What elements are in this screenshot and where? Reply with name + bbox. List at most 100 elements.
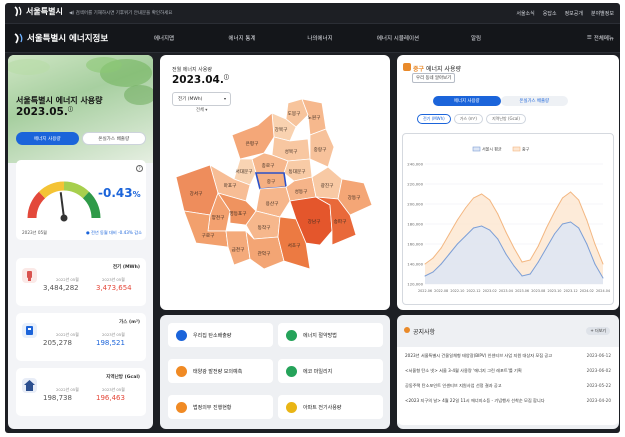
data-point: [448, 233, 450, 235]
district-label: 구로구: [202, 233, 215, 239]
building-icon: [286, 401, 297, 413]
stat-prev-label: 2022년 05월: [56, 277, 79, 282]
district-label: 서초구: [288, 242, 301, 249]
gauge-compare-text: ● 전년 동월 대비 -0.43% 감소: [86, 230, 142, 235]
x-tick-label: 2023.02: [483, 289, 497, 293]
stat-unit: 전기 (MWh): [112, 265, 140, 270]
tab-ghg-emission[interactable]: 온실가스 배출량: [81, 132, 146, 145]
data-point: [473, 197, 474, 199]
subtab-electricity[interactable]: 전기 (MWh): [417, 114, 451, 124]
stat-cur-label: 2023년 05월: [102, 277, 125, 282]
data-point: [489, 229, 491, 231]
gauge-period: 2023년 05월: [22, 230, 48, 235]
notice-row[interactable]: <서울형 탄소 넷> 서울 3-4월 사용량 '에너지 그린 레포트'를 기획 2…: [405, 366, 611, 378]
data-point: [513, 247, 515, 249]
x-tick-label: 2024.04: [596, 289, 610, 293]
notices-title: 공지사항: [413, 329, 436, 336]
data-point: [554, 233, 555, 235]
leaf-icon: [176, 329, 187, 341]
data-point: [456, 243, 458, 245]
seoul-mark-icon: [14, 6, 22, 17]
service-saving-tips[interactable]: 에너지 절약방법: [278, 323, 383, 347]
usage-title: 서울특별시 에너지 사용량: [16, 96, 103, 105]
notice-row[interactable]: 공동주택 탄소포인트 인센티브 지원사업 선정 결과 공고 2023-05-22: [405, 381, 611, 393]
top-link-news[interactable]: 서울소식: [516, 10, 534, 17]
district-label: 종로구: [262, 163, 275, 169]
tab-chart-energy[interactable]: 에너지 사용량: [433, 96, 501, 106]
data-point: [602, 277, 604, 279]
y-tick-label: 120,000: [407, 282, 423, 287]
district-label: 노원구: [308, 114, 321, 121]
notice-date: 2023-06-02: [586, 368, 611, 373]
data-point: [465, 235, 466, 237]
stat-prev-value: 3,484,282: [43, 284, 79, 292]
data-point: [578, 199, 580, 201]
main-nav: 서울특별시 에너지정보 에너지맵 에너지 통계 나의에너지 에너지 시뮬레이션 …: [5, 23, 620, 53]
y-tick-label: 220,000: [407, 182, 423, 187]
top-link-categories[interactable]: 분야별정보: [591, 10, 614, 17]
service-apartment-electricity[interactable]: 아파트 전기사용량: [278, 395, 383, 419]
top-notice[interactable]: ◀) 검색어를 기재하시면 기후위기 안내문을 확인하세요: [69, 10, 172, 16]
help-icon[interactable]: ?: [136, 165, 143, 172]
notice-row[interactable]: <2023 지구의 날> 4월 22일 11시 에너지소등 - 기념행사 선착순…: [405, 396, 611, 408]
gauge-segment-green: [82, 191, 101, 219]
service-solar-forecast[interactable]: 태양광 발전량 모의예측: [168, 359, 273, 383]
tab-chart-ghg[interactable]: 온실가스 배출량: [500, 96, 568, 106]
stat-unit: 가스 (m³): [118, 320, 140, 325]
nav-item-my-energy[interactable]: 나의에너지: [281, 34, 359, 42]
usage-gauge: [27, 181, 101, 222]
nav-item-energy-map[interactable]: 에너지맵: [125, 34, 203, 42]
x-tick-label: 2023.06: [515, 289, 529, 293]
chart-panel-title: 중구 에너지 사용량: [413, 64, 461, 73]
find-neighborhood-button[interactable]: 우리 동네 알아보기: [412, 73, 456, 83]
site-brand[interactable]: 서울특별시 에너지정보: [13, 32, 108, 44]
data-point: [448, 253, 450, 255]
subtab-heating[interactable]: 지역난방 (Gcal): [485, 114, 526, 124]
gauge-percent-value: -0.43: [98, 186, 133, 200]
notices-list: 2023년 서울특별시 건물일체형 태양광(BIPV) 인센티브 사업 지원 대…: [397, 347, 619, 425]
district-label: 성동구: [295, 188, 308, 195]
info-icon[interactable]: ⓘ: [68, 107, 73, 113]
x-tick-label: 2022.08: [434, 289, 448, 293]
service-label: 아파트 전기사용량: [303, 404, 342, 411]
tab-energy-usage[interactable]: 에너지 사용량: [16, 132, 79, 145]
district-label: 마포구: [224, 182, 237, 189]
district-label: 강북구: [275, 126, 288, 133]
data-point: [570, 221, 572, 223]
app-frame: 서울특별시 ◀) 검색어를 기재하시면 기후위기 안내문을 확인하세요 서울소식…: [5, 3, 620, 433]
subtab-gas[interactable]: 가스 (m³): [453, 114, 483, 124]
y-tick-label: 240,000: [407, 162, 423, 167]
seoul-logo[interactable]: 서울특별시: [13, 6, 63, 17]
district-은평구[interactable]: [231, 112, 275, 160]
stat-unit: 지역난방 (Gcal): [106, 375, 140, 380]
notice-title: 공동주택 탄소포인트 인센티브 지원사업 선정 결과 공고: [405, 383, 502, 388]
eco-icon: [286, 365, 297, 377]
brand-mark-icon: [14, 32, 23, 43]
district-광진구[interactable]: [311, 166, 343, 200]
service-legal-duty[interactable]: 법정의무 진행현황: [168, 395, 273, 419]
notice-date: 2023-06-12: [586, 353, 611, 358]
district-label: 양천구: [212, 214, 225, 221]
x-tick-label: 2022.12: [467, 289, 481, 293]
service-carbon[interactable]: 우리집 탄소배출량: [168, 323, 273, 347]
nav-item-simulation[interactable]: 에너지 시뮬레이션: [359, 34, 437, 42]
top-link-response[interactable]: 응답소: [543, 10, 557, 17]
data-point: [586, 219, 588, 221]
top-link-disclosure[interactable]: 정보공개: [565, 10, 583, 17]
chart-subtabs: 전기 (MWh) 가스 (m³) 지역난방 (Gcal): [417, 114, 526, 124]
data-point: [594, 243, 596, 245]
nav-item-energy-stats[interactable]: 에너지 통계: [203, 34, 281, 42]
stat-cur-value: 3,473,654: [96, 284, 132, 292]
doc-icon: [176, 401, 187, 413]
notice-row[interactable]: 2023년 서울특별시 건물일체형 태양광(BIPV) 인센티브 사업 지원 대…: [405, 351, 611, 363]
nav-item-notices[interactable]: 알림: [437, 34, 515, 42]
notices-more-button[interactable]: + 더보기: [586, 327, 610, 335]
service-eco-mileage[interactable]: 에코 마일리지: [278, 359, 383, 383]
district-label: 동작구: [258, 224, 271, 231]
service-label: 태양광 발전량 모의예측: [193, 368, 243, 375]
district-강서구[interactable]: [175, 164, 219, 216]
stat-prev-label: 2022년 05월: [56, 332, 79, 337]
district-label: 광진구: [321, 182, 334, 189]
district-label: 금천구: [232, 246, 245, 253]
all-menu-button[interactable]: ☰ 전체메뉴: [587, 34, 614, 42]
